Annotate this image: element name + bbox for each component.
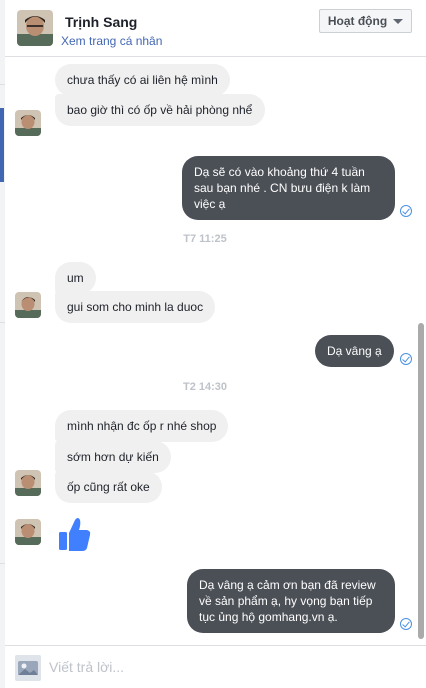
reply-input[interactable] (49, 652, 409, 682)
contact-name[interactable]: Trịnh Sang (65, 14, 137, 30)
scrollbar[interactable] (418, 323, 424, 639)
time-divider: T2 14:30 (182, 381, 228, 393)
view-profile-link[interactable]: Xem trang cá nhân (61, 34, 162, 48)
message-list[interactable]: chưa thấy có ai liên hệ mình bao giờ thì… (5, 57, 426, 645)
incoming-message: um (55, 262, 96, 294)
incoming-message: ốp cũng rất oke (55, 471, 162, 503)
composer (5, 645, 426, 688)
outgoing-message: Dạ vâng ạ (315, 335, 394, 367)
user-avatar (15, 655, 41, 681)
contact-avatar-small[interactable] (15, 470, 41, 496)
time-divider: T7 11:25 (183, 233, 227, 245)
chat-header: Trịnh Sang Xem trang cá nhân Hoạt động (5, 0, 426, 57)
incoming-message: bao giờ thì có ốp về hải phòng nhể (55, 94, 265, 126)
incoming-message: gui som cho minh la duoc (55, 291, 216, 323)
chevron-down-icon (393, 18, 404, 24)
incoming-message: chưa thấy có ai liên hệ mình (55, 64, 230, 96)
outgoing-message: Dạ sẽ có vào khoảng thứ 4 tuần sau bạn n… (182, 156, 395, 220)
contact-avatar-small[interactable] (15, 110, 41, 136)
contact-avatar-small[interactable] (15, 292, 41, 318)
incoming-message: sớm hơn dự kiến (55, 441, 171, 473)
contact-avatar-small[interactable] (15, 519, 41, 545)
left-panel-active-indicator (0, 108, 4, 182)
status-label: Hoạt động (327, 14, 388, 28)
thumbs-up-icon (59, 518, 91, 551)
status-dropdown-button[interactable]: Hoạt động (319, 9, 412, 33)
outgoing-message: Dạ vâng ạ cảm ơn bạn đã review về sản ph… (187, 569, 395, 633)
seen-check-icon (400, 205, 412, 217)
incoming-message: mình nhận đc ốp r nhé shop (55, 410, 229, 442)
seen-check-icon (400, 618, 412, 630)
contact-avatar[interactable] (17, 10, 53, 46)
seen-check-icon (400, 353, 412, 365)
